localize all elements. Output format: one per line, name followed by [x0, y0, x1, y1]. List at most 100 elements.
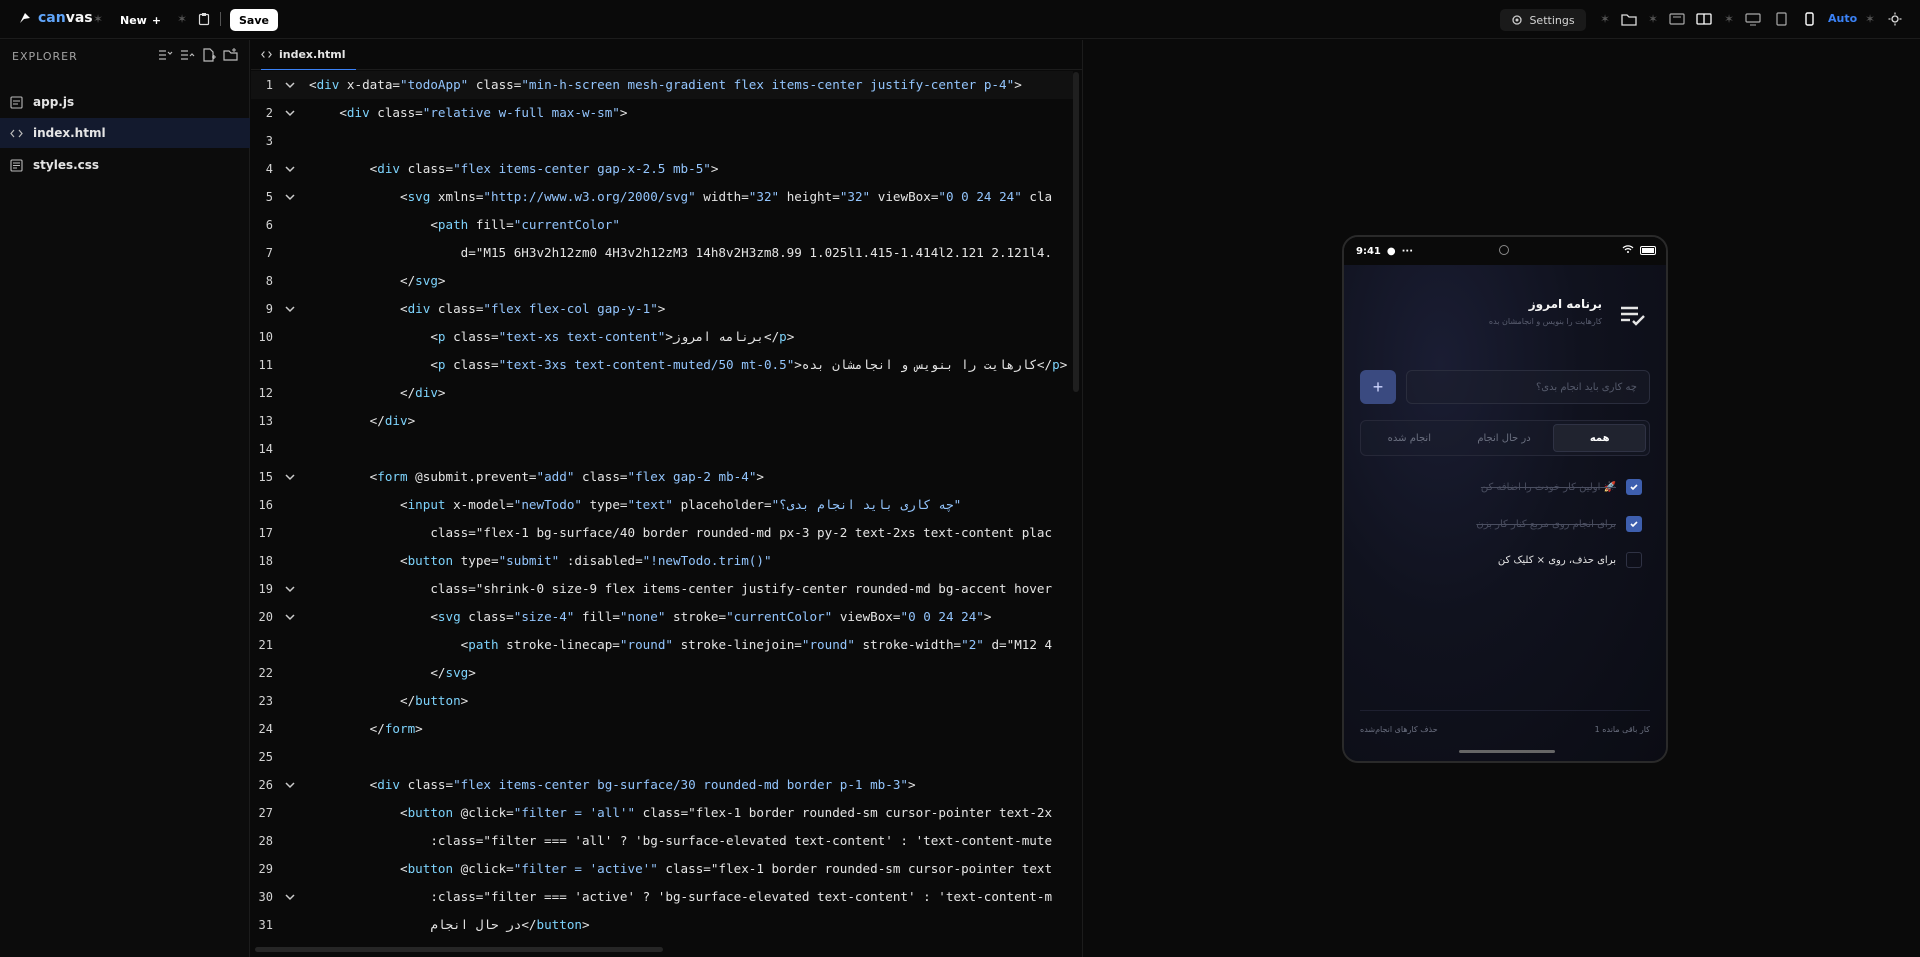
code-line[interactable]: 22 </svg>: [251, 659, 1073, 687]
code-line[interactable]: 12 </div>: [251, 379, 1073, 407]
filter-all[interactable]: همه: [1553, 424, 1647, 452]
split-view-icon[interactable]: [1695, 11, 1713, 27]
code-line[interactable]: 24 </form>: [251, 715, 1073, 743]
code-line[interactable]: 5 <svg xmlns="http://www.w3.org/2000/svg…: [251, 183, 1073, 211]
code-line[interactable]: 18 <button type="submit" :disabled="!new…: [251, 547, 1073, 575]
code-text: <svg class="size-4" fill="none" stroke="…: [309, 609, 992, 624]
code-line[interactable]: 28 :class="filter === 'all' ? 'bg-surfac…: [251, 827, 1073, 855]
status-time: 9:41: [1356, 245, 1381, 257]
fold-chevron-icon[interactable]: [285, 584, 295, 594]
tab-index-html[interactable]: index.html: [261, 40, 356, 70]
page-subtitle: کارهایت را بنویس و انجامشان بده: [1488, 317, 1602, 326]
tablet-icon[interactable]: [1772, 11, 1790, 27]
code-text: <p class="text-3xs text-content-muted/50…: [309, 357, 1068, 372]
sun-icon[interactable]: [1886, 11, 1904, 27]
new-todo-input[interactable]: چه کاری باید انجام بدی؟: [1406, 370, 1650, 404]
more-icon: ···: [1401, 245, 1414, 257]
app-logo[interactable]: canvas: [18, 10, 93, 26]
code-line[interactable]: 13 </div>: [251, 407, 1073, 435]
code-line[interactable]: 26 <div class="flex items-center bg-surf…: [251, 771, 1073, 799]
file-item-index-html[interactable]: index.html: [0, 118, 250, 148]
tab-label: index.html: [279, 47, 346, 61]
code-line[interactable]: 6 <path fill="currentColor": [251, 211, 1073, 239]
code-line[interactable]: 4 <div class="flex items-center gap-x-2.…: [251, 155, 1073, 183]
new-button[interactable]: New +: [114, 9, 167, 31]
filter-done[interactable]: انجام شده: [1364, 424, 1455, 452]
code-line[interactable]: 31 در حال انجام</button>: [251, 911, 1073, 939]
expand-all-icon[interactable]: [179, 47, 195, 63]
code-line[interactable]: 7 d="M15 6H3v2h12zm0 4H3v2h12zM3 14h8v2H…: [251, 239, 1073, 267]
code-line[interactable]: 1 <div x-data="todoApp" class="min-h-scre…: [251, 71, 1073, 99]
fold-chevron-icon[interactable]: [285, 192, 295, 202]
code-line[interactable]: 30 :class="filter === 'active' ? 'bg-sur…: [251, 883, 1073, 911]
line-number: 6: [265, 218, 273, 232]
todo-item: اولین کار خودت را اضافه کن 🚀: [1360, 473, 1650, 501]
code-line[interactable]: 17 class="flex-1 bg-surface/40 border ro…: [251, 519, 1073, 547]
line-number: 22: [258, 666, 273, 680]
js-file-icon: [10, 95, 23, 109]
file-item-app-js[interactable]: app.js: [0, 87, 250, 117]
clipboard-icon[interactable]: [196, 11, 212, 27]
mobile-icon[interactable]: [1800, 11, 1818, 27]
fold-chevron-icon[interactable]: [285, 164, 295, 174]
code-line[interactable]: 21 <path stroke-linecap="round" stroke-l…: [251, 631, 1073, 659]
new-file-icon[interactable]: [201, 47, 217, 63]
folder-icon[interactable]: [1620, 11, 1638, 27]
code-line[interactable]: 15 <form @submit.prevent="add" class="fl…: [251, 463, 1073, 491]
add-todo-button[interactable]: +: [1360, 370, 1396, 404]
auto-size-toggle[interactable]: Auto: [1828, 12, 1857, 25]
todo-checkbox[interactable]: [1626, 516, 1642, 532]
fold-chevron-icon[interactable]: [285, 472, 295, 482]
preview-layout-icon[interactable]: [1668, 11, 1686, 27]
code-text: <path stroke-linecap="round" stroke-line…: [309, 637, 1053, 652]
battery-icon: [1640, 246, 1656, 255]
horizontal-scrollbar[interactable]: [255, 947, 663, 952]
code-line[interactable]: 23 </button>: [251, 687, 1073, 715]
fold-chevron-icon[interactable]: [285, 108, 295, 118]
file-name: app.js: [33, 95, 75, 109]
line-number: 7: [265, 246, 273, 260]
code-line[interactable]: 27 <button @click="filter = 'all'" class…: [251, 799, 1073, 827]
todo-text: برای انجام روی مربع کنار کار بزن: [1476, 518, 1616, 530]
file-item-styles-css[interactable]: styles.css: [0, 150, 250, 180]
clear-done-button[interactable]: حذف کارهای انجام‌شده: [1360, 725, 1438, 734]
vertical-scrollbar[interactable]: [1073, 72, 1079, 392]
code-line[interactable]: 3: [251, 127, 1073, 155]
todo-checkbox[interactable]: [1626, 479, 1642, 495]
code-line[interactable]: 9 <div class="flex flex-col gap-y-1">: [251, 295, 1073, 323]
code-text: </svg>: [309, 273, 446, 288]
code-line[interactable]: 11 <p class="text-3xs text-content-muted…: [251, 351, 1073, 379]
fold-chevron-icon[interactable]: [285, 612, 295, 622]
logo-prefix: can: [38, 10, 66, 26]
line-number: 28: [258, 834, 273, 848]
code-area[interactable]: 1 <div x-data="todoApp" class="min-h-scre…: [251, 71, 1073, 941]
code-line[interactable]: 20 <svg class="size-4" fill="none" strok…: [251, 603, 1073, 631]
line-number: 30: [258, 890, 273, 904]
line-number: 18: [258, 554, 273, 568]
code-line[interactable]: 8 </svg>: [251, 267, 1073, 295]
settings-button[interactable]: Settings: [1500, 9, 1586, 31]
phone-status-bar: 9:41 ● ···: [1344, 237, 1666, 265]
code-line[interactable]: 29 <button @click="filter = 'active'" cl…: [251, 855, 1073, 883]
save-button[interactable]: Save: [230, 9, 278, 31]
checklist-icon: [1621, 306, 1645, 326]
code-line[interactable]: 2 <div class="relative w-full max-w-sm">: [251, 99, 1073, 127]
fold-chevron-icon[interactable]: [285, 892, 295, 902]
collapse-all-icon[interactable]: [157, 47, 173, 63]
code-line[interactable]: 14: [251, 435, 1073, 463]
code-line[interactable]: 25: [251, 743, 1073, 771]
code-text: <path fill="currentColor": [309, 217, 620, 232]
desktop-icon[interactable]: [1744, 11, 1762, 27]
fold-chevron-icon[interactable]: [285, 80, 295, 90]
filter-active[interactable]: در حال انجام: [1459, 424, 1550, 452]
todo-checkbox[interactable]: [1626, 552, 1642, 568]
line-number: 1: [265, 78, 273, 92]
code-line[interactable]: 19 class="shrink-0 size-9 flex items-cen…: [251, 575, 1073, 603]
todo-item: برای حذف، روی × کلیک کن: [1360, 546, 1650, 574]
code-line[interactable]: 10 <p class="text-xs text-content">برنام…: [251, 323, 1073, 351]
todo-item: برای انجام روی مربع کنار کار بزن: [1360, 510, 1650, 538]
fold-chevron-icon[interactable]: [285, 304, 295, 314]
code-line[interactable]: 16 <input x-model="newTodo" type="text" …: [251, 491, 1073, 519]
fold-chevron-icon[interactable]: [285, 780, 295, 790]
new-folder-icon[interactable]: [223, 47, 239, 63]
